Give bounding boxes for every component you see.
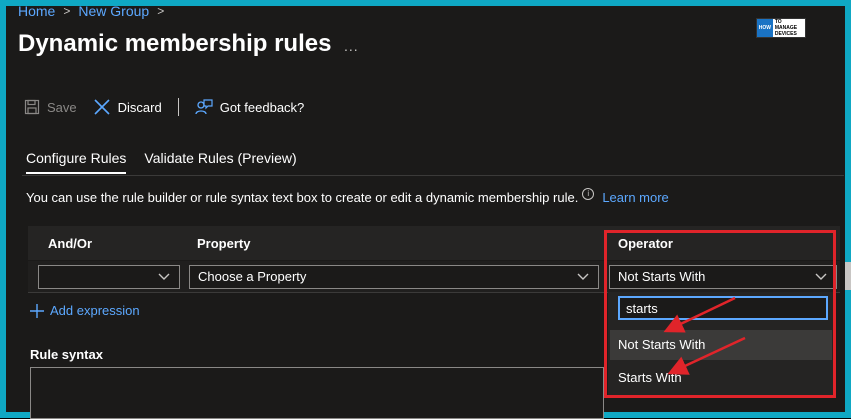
arrow-icon — [667, 336, 746, 375]
arrow-icon — [663, 296, 736, 333]
annotation-arrows — [663, 296, 746, 375]
